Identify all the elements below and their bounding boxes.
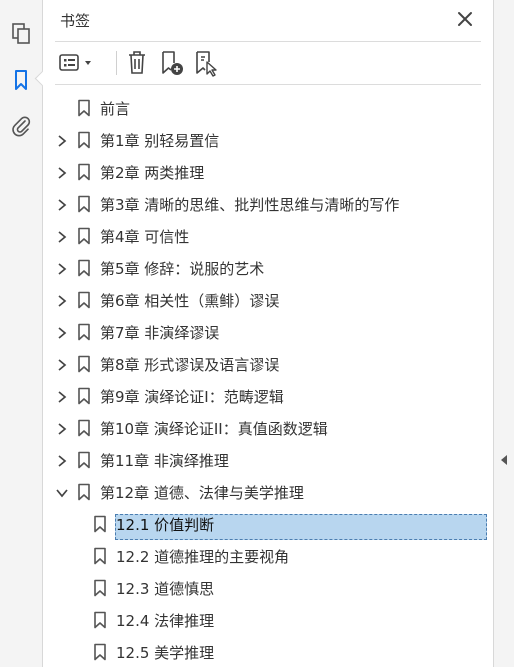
bookmark-icon bbox=[77, 99, 91, 117]
bookmark-from-selection-icon bbox=[196, 51, 217, 77]
panel-title: 书签 bbox=[60, 12, 91, 30]
bookmark-icon bbox=[77, 355, 91, 373]
chevron-right-icon[interactable] bbox=[55, 389, 69, 403]
chevron-right-icon[interactable] bbox=[55, 197, 69, 211]
bookmark-label: 12.1 价值判断 bbox=[116, 516, 215, 534]
bookmark-item[interactable]: 第9章 演绎论证I：范畴逻辑 bbox=[43, 380, 493, 412]
toolbar-divider-bottom bbox=[55, 84, 481, 85]
bookmark-icon bbox=[77, 387, 91, 405]
bookmark-icon bbox=[77, 323, 91, 341]
bookmark-icon bbox=[77, 419, 91, 437]
chevron-right-icon[interactable] bbox=[55, 261, 69, 275]
bookmark-item[interactable]: 第8章 形式谬误及语言谬误 bbox=[43, 348, 493, 380]
chevron-right-icon[interactable] bbox=[55, 453, 69, 467]
bookmark-label: 第10章 演绎论证II：真值函数逻辑 bbox=[100, 420, 328, 438]
bookmark-label: 第8章 形式谬误及语言谬误 bbox=[100, 356, 280, 374]
attachment-icon[interactable] bbox=[9, 114, 33, 138]
options-menu-button[interactable] bbox=[57, 49, 95, 77]
bookmark-label: 第6章 相关性（熏鲱）谬误 bbox=[100, 292, 280, 310]
pages-icon[interactable] bbox=[9, 22, 33, 46]
bookmark-item[interactable]: 第10章 演绎论证II：真值函数逻辑 bbox=[43, 412, 493, 444]
bookmark-label: 第5章 修辞：说服的艺术 bbox=[100, 260, 265, 278]
bookmark-item[interactable]: 第3章 清晰的思维、批判性思维与清晰的写作 bbox=[43, 188, 493, 220]
bookmark-icon bbox=[77, 195, 91, 213]
bookmark-item[interactable]: 第2章 两类推理 bbox=[43, 156, 493, 188]
chevron-right-icon[interactable] bbox=[55, 421, 69, 435]
bookmark-icon bbox=[93, 611, 107, 629]
bookmark-label: 第9章 演绎论证I：范畴逻辑 bbox=[100, 388, 284, 406]
bookmark-label: 第4章 可信性 bbox=[100, 228, 190, 246]
close-icon[interactable] bbox=[457, 11, 473, 27]
bookmark-icon bbox=[77, 291, 91, 309]
bookmark-item[interactable]: 第1章 别轻易置信 bbox=[43, 124, 493, 156]
bookmark-label: 前言 bbox=[100, 100, 131, 118]
bookmark-label: 第2章 两类推理 bbox=[100, 164, 205, 182]
chevron-down-icon[interactable] bbox=[55, 485, 69, 499]
bookmark-icon[interactable] bbox=[9, 68, 33, 92]
new-bookmark-button[interactable] bbox=[159, 49, 185, 77]
bookmark-label: 12.2 道德推理的主要视角 bbox=[116, 548, 290, 566]
delete-icon bbox=[129, 51, 145, 74]
bookmark-item[interactable]: 前言 bbox=[43, 92, 493, 124]
bookmark-label: 12.3 道德慎思 bbox=[116, 580, 215, 598]
bookmark-label: 第1章 别轻易置信 bbox=[100, 132, 220, 150]
bookmark-icon bbox=[77, 483, 91, 501]
chevron-right-icon[interactable] bbox=[55, 325, 69, 339]
chevron-right-icon[interactable] bbox=[55, 133, 69, 147]
bookmarks-panel: 书签 前言 第1章 别轻易置信 第2章 两类推理 第3章 清晰的思维、批判性思维… bbox=[43, 0, 493, 667]
bookmark-item[interactable]: 12.2 道德推理的主要视角 bbox=[43, 540, 493, 572]
bookmark-label: 12.5 美学推理 bbox=[116, 644, 215, 662]
bookmark-icon bbox=[77, 259, 91, 277]
bookmark-item[interactable]: 第12章 道德、法律与美学推理 bbox=[43, 476, 493, 508]
options-menu-icon bbox=[59, 54, 91, 71]
toolbar-divider bbox=[116, 51, 117, 75]
new-bookmark-icon bbox=[162, 51, 183, 75]
chevron-right-icon[interactable] bbox=[55, 229, 69, 243]
bookmark-from-selection-button[interactable] bbox=[193, 49, 219, 77]
navigation-rail bbox=[0, 0, 43, 667]
bookmark-item[interactable]: 第4章 可信性 bbox=[43, 220, 493, 252]
bookmark-icon bbox=[93, 643, 107, 661]
bookmark-icon bbox=[77, 451, 91, 469]
bookmark-label: 第3章 清晰的思维、批判性思维与清晰的写作 bbox=[100, 196, 400, 214]
bookmark-item[interactable]: 第11章 非演绎推理 bbox=[43, 444, 493, 476]
header-divider bbox=[55, 41, 481, 42]
bookmark-icon bbox=[77, 163, 91, 181]
bookmark-item[interactable]: 12.5 美学推理 bbox=[43, 636, 493, 668]
bookmark-item[interactable]: 第6章 相关性（熏鲱）谬误 bbox=[43, 284, 493, 316]
delete-bookmark-button[interactable] bbox=[125, 49, 149, 77]
bookmark-item[interactable]: 12.4 法律推理 bbox=[43, 604, 493, 636]
bookmark-icon bbox=[77, 227, 91, 245]
bookmark-item[interactable]: 12.1 价值判断 bbox=[43, 508, 493, 540]
bookmark-label: 12.4 法律推理 bbox=[116, 612, 215, 630]
bookmark-label: 第12章 道德、法律与美学推理 bbox=[100, 484, 304, 502]
bookmark-label: 第11章 非演绎推理 bbox=[100, 452, 229, 470]
chevron-right-icon[interactable] bbox=[55, 165, 69, 179]
bookmark-item[interactable]: 第5章 修辞：说服的艺术 bbox=[43, 252, 493, 284]
bookmark-icon bbox=[93, 579, 107, 597]
bookmark-icon bbox=[93, 547, 107, 565]
right-rail bbox=[493, 0, 514, 667]
bookmark-item[interactable]: 第7章 非演绎谬误 bbox=[43, 316, 493, 348]
chevron-right-icon[interactable] bbox=[55, 293, 69, 307]
bookmark-icon bbox=[93, 515, 107, 533]
bookmark-icon bbox=[77, 131, 91, 149]
chevron-right-icon[interactable] bbox=[55, 357, 69, 371]
bookmark-label: 第7章 非演绎谬误 bbox=[100, 324, 220, 342]
collapse-pane-icon[interactable] bbox=[500, 451, 508, 470]
bookmark-item[interactable]: 12.3 道德慎思 bbox=[43, 572, 493, 604]
